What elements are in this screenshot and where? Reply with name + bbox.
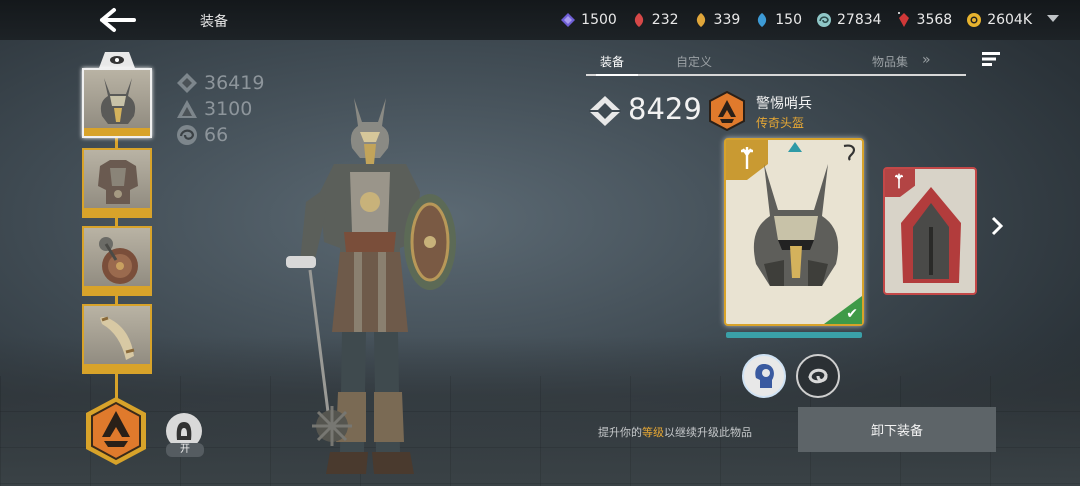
page-title: 装备	[200, 14, 228, 30]
gold-leaf-icon	[696, 13, 705, 27]
slot-horn[interactable]	[82, 304, 152, 374]
stat-gear-score: 36419	[176, 70, 264, 96]
resource-blue-leaf[interactable]: 150	[754, 12, 802, 28]
item-tabs: 装备 自定义 物品集 »	[586, 50, 966, 76]
gear-score-icon	[177, 73, 197, 93]
tier-triangle-icon	[788, 142, 802, 152]
item-gear-score: 8429	[628, 92, 702, 126]
resource-purple-gem[interactable]: 1500	[560, 12, 617, 28]
hero-character-model	[286, 98, 456, 474]
tab-equipment[interactable]: 装备	[600, 53, 624, 70]
slot-helmet[interactable]	[82, 68, 152, 138]
chevron-down-icon[interactable]	[1046, 14, 1060, 24]
war-horn-icon	[100, 316, 135, 360]
head-profile-icon	[755, 364, 774, 388]
hood-icon	[176, 422, 192, 440]
red-crystal-icon	[897, 12, 909, 27]
resource-value: 339	[713, 12, 741, 28]
top-bar: 装备 1500 232 339 150 27834 3568 2604K	[0, 0, 1080, 40]
power-triangle-icon	[177, 100, 197, 118]
upgrade-hint: 提升你的等级以继续升级此物品	[598, 426, 752, 439]
shield-mace-icon	[99, 237, 138, 284]
gold-coin-icon	[967, 13, 982, 27]
swirl-icon	[808, 368, 828, 384]
stat-level: 66	[176, 122, 264, 148]
rank-emblem-icon[interactable]	[82, 395, 150, 467]
stat-power: 3100	[176, 96, 264, 122]
transmog-button[interactable]	[796, 354, 840, 398]
appearance-button[interactable]	[742, 354, 786, 398]
helmet-icon	[100, 78, 136, 124]
helmet-visibility-toggle[interactable]: 开	[166, 413, 204, 459]
red-leaf-icon	[634, 13, 643, 27]
blue-leaf-icon	[758, 13, 767, 27]
resource-value: 2604K	[987, 12, 1032, 28]
resource-red-leaf[interactable]: 232	[631, 12, 679, 28]
active-tab-indicator	[596, 74, 638, 76]
resource-value: 27834	[837, 12, 882, 28]
resource-gold-leaf[interactable]: 339	[693, 12, 741, 28]
double-chevron-right-icon[interactable]: »	[922, 52, 931, 68]
legendary-rarity-icon	[709, 91, 745, 131]
tab-item-sets[interactable]: 物品集	[872, 53, 908, 70]
gear-score-icon	[589, 96, 621, 126]
swirl-orb-icon	[817, 13, 831, 27]
back-arrow-icon[interactable]	[98, 6, 138, 34]
preview-eye-icon[interactable]	[95, 50, 139, 68]
hooded-helmet-artwork	[901, 187, 961, 283]
slot-weapon[interactable]	[82, 226, 152, 296]
resource-swirl-orb[interactable]: 27834	[816, 12, 882, 28]
resource-bar: 1500 232 339 150 27834 3568 2604K	[560, 0, 1032, 40]
item-name: 警惕哨兵	[756, 96, 812, 112]
character-stats: 36419 3100 66	[176, 70, 264, 148]
helmet-toggle-label: 开	[166, 443, 204, 457]
level-swirl-icon	[177, 125, 197, 145]
resource-red-crystal[interactable]: 3568	[896, 12, 953, 28]
resource-value: 1500	[581, 12, 617, 28]
item-upgrade-bar	[726, 332, 862, 338]
unequip-button[interactable]: 卸下装备	[798, 407, 996, 452]
purple-gem-icon	[561, 13, 576, 27]
resource-value: 150	[775, 12, 802, 28]
item-type: 传奇头盔	[756, 116, 805, 130]
helmet-artwork	[753, 164, 839, 286]
checkmark-icon: ✔	[846, 306, 858, 322]
chevron-right-icon[interactable]	[990, 216, 1004, 236]
resource-value: 3568	[916, 12, 953, 28]
tab-customize[interactable]: 自定义	[676, 53, 712, 70]
chest-armor-icon	[98, 160, 138, 204]
level-link[interactable]: 等级	[642, 426, 664, 439]
equipped-item-card[interactable]: ✔	[724, 138, 864, 326]
sort-menu-icon[interactable]	[982, 52, 1000, 66]
alternate-item-card[interactable]	[883, 167, 977, 295]
resource-value: 232	[651, 12, 679, 28]
resource-gold-coin[interactable]: 2604K	[966, 12, 1032, 28]
slot-chest[interactable]	[82, 148, 152, 218]
